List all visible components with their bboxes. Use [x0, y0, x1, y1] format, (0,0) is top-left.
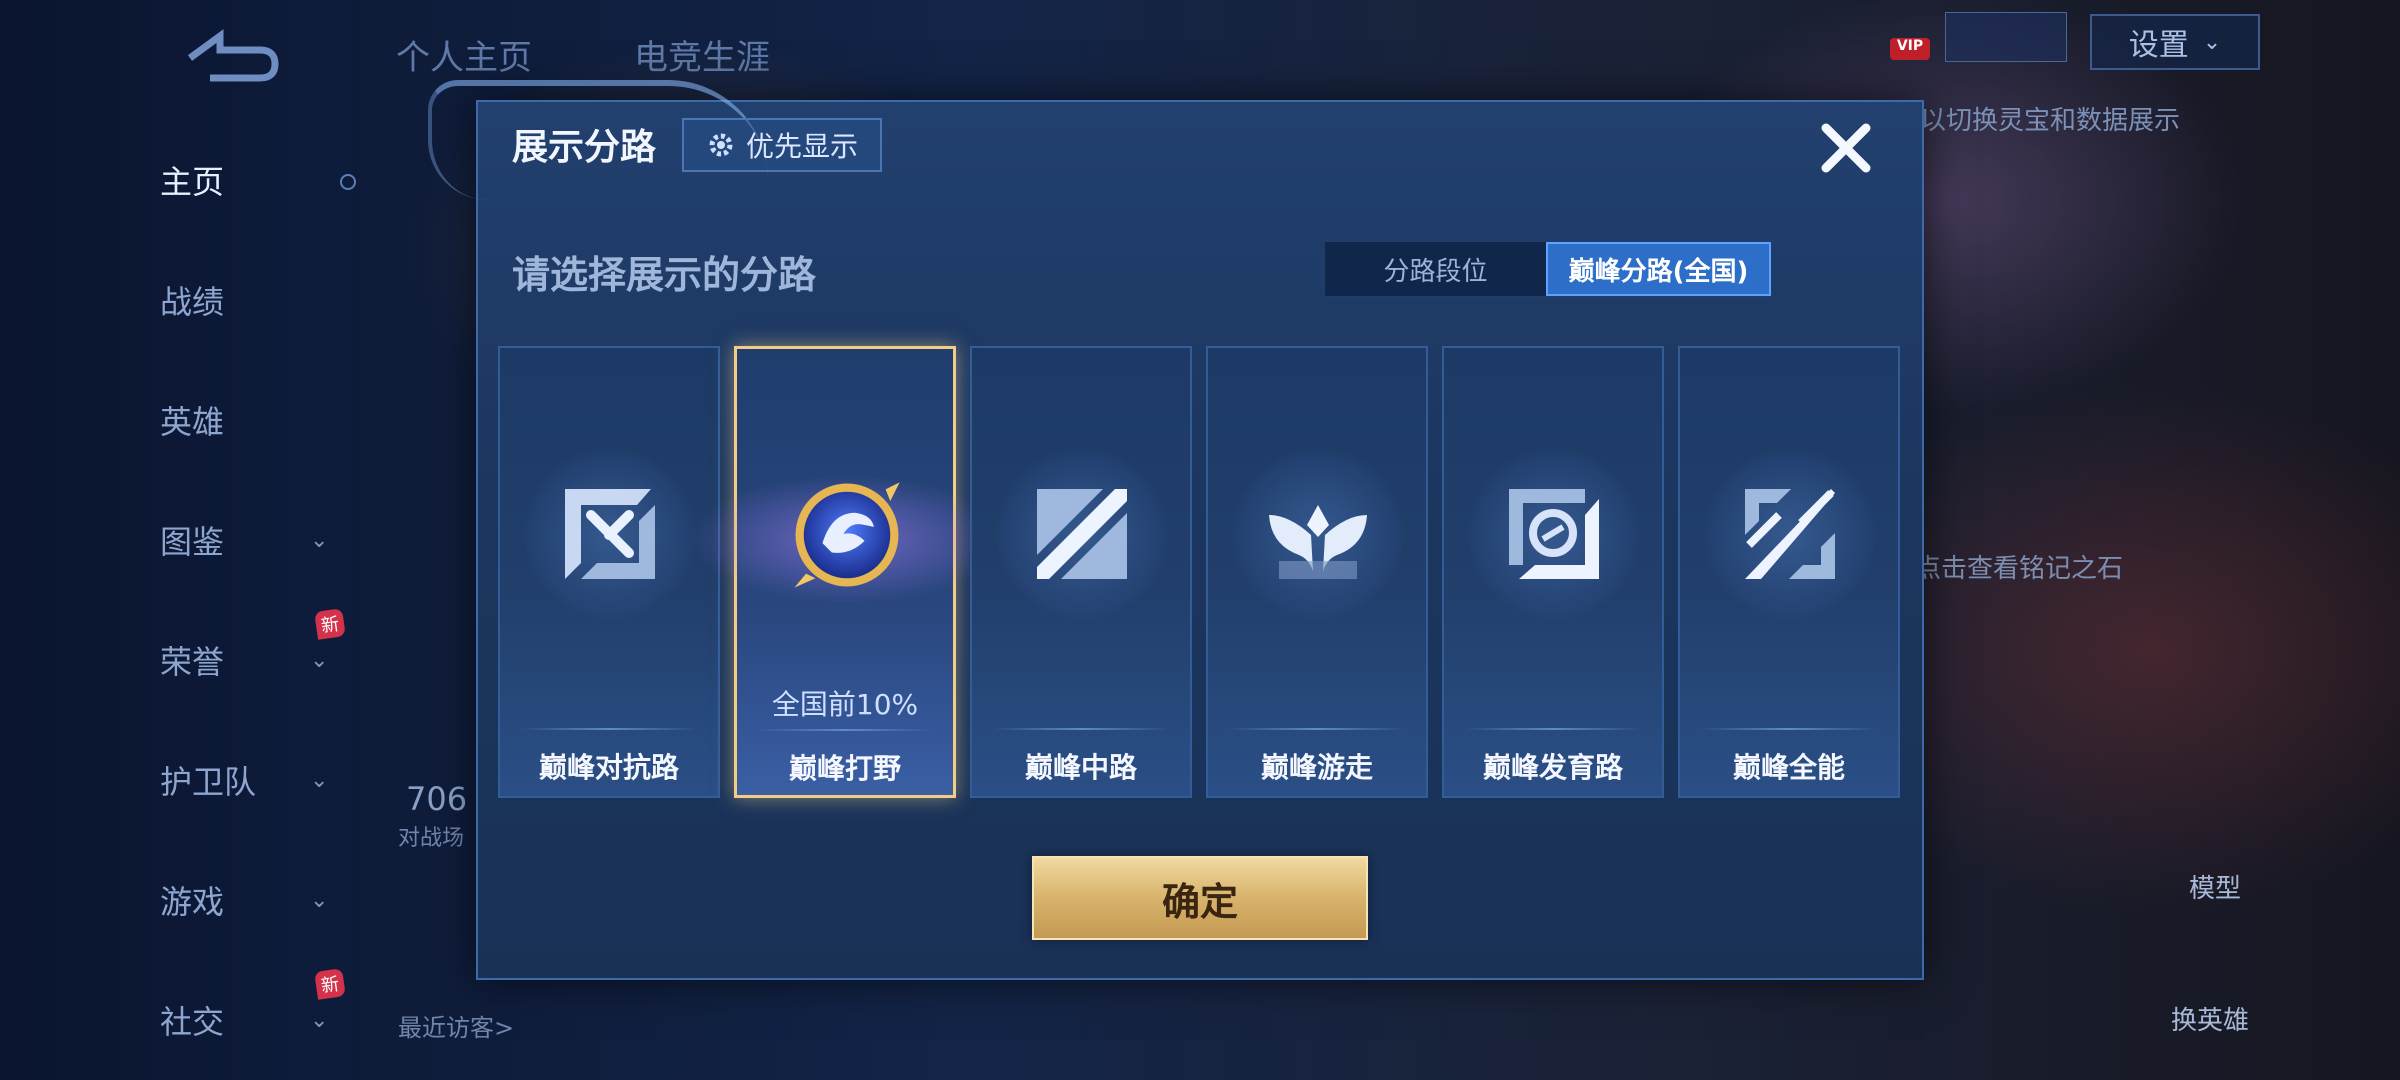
- chevron-down-icon: ⌄: [2202, 29, 2222, 55]
- toggle-hint: 以切换灵宝和数据展示: [1920, 106, 2181, 136]
- active-indicator: [340, 174, 356, 190]
- chevron-down-icon: ⌄: [310, 767, 329, 793]
- chevron-down-icon: ⌄: [310, 527, 329, 553]
- gear-icon: [709, 133, 733, 157]
- sidebar-item-label: 荣誉: [160, 643, 225, 681]
- sidebar-item-label: 战绩: [160, 283, 225, 321]
- dragon-emblem-icon: [794, 482, 900, 588]
- card-divider: [992, 728, 1170, 730]
- chevron-down-icon: ⌄: [310, 1007, 329, 1033]
- priority-display-button[interactable]: 优先显示: [682, 118, 882, 172]
- back-arrow-icon[interactable]: [180, 28, 280, 84]
- card-divider: [1700, 728, 1878, 730]
- sidebar-item-home[interactable]: 主页: [160, 150, 340, 210]
- target-icon: [1509, 489, 1599, 579]
- lane-card-jungle[interactable]: 全国前10% 巅峰打野: [677, 346, 1019, 798]
- lane-label: 巅峰游走: [1260, 751, 1373, 784]
- new-badge: 新: [314, 968, 346, 1000]
- close-icon[interactable]: [1816, 118, 1876, 178]
- lane-mode-tabs: 分路段位 巅峰分路(全国): [1323, 240, 1773, 298]
- sidebar-item-label: 社交: [160, 1003, 225, 1041]
- lane-cards: 巅峰对抗路 全国前10% 巅峰打野 巅峰中路 巅峰游走 巅峰发育路 巅峰全能: [498, 346, 1908, 801]
- lane-card-bot[interactable]: 巅峰发育路: [1442, 346, 1664, 798]
- tab-profile[interactable]: 个人主页: [396, 30, 532, 79]
- confirm-button[interactable]: 确定: [1032, 856, 1368, 940]
- lane-card-roam[interactable]: 巅峰游走: [1206, 346, 1428, 798]
- lane-card-all[interactable]: 巅峰全能: [1678, 346, 1900, 798]
- crossed-blades-icon: [1745, 489, 1835, 579]
- lane-card-top[interactable]: 巅峰对抗路: [498, 346, 720, 798]
- lane-rank: 全国前10%: [771, 688, 919, 721]
- model-button[interactable]: 模型: [2165, 868, 2265, 905]
- lane-label: 巅峰全能: [1732, 751, 1845, 784]
- inscription-hint: 点击查看铭记之石: [1915, 554, 2124, 584]
- sidebar-item-guard[interactable]: 护卫队 ⌄: [160, 750, 340, 810]
- lane-label: 巅峰中路: [1024, 751, 1137, 784]
- sidebar-item-label: 英雄: [160, 403, 225, 441]
- sidebar-item-social[interactable]: 社交 ⌄: [160, 990, 340, 1050]
- lane-label: 巅峰打野: [788, 752, 901, 785]
- vip-badge: VIP: [1890, 38, 1930, 60]
- lane-card-mid[interactable]: 巅峰中路: [970, 346, 1192, 798]
- card-divider: [757, 729, 933, 731]
- modal-title: 展示分路: [512, 127, 657, 168]
- lane-select-modal: 展示分路 优先显示 请选择展示的分路 分路段位 巅峰分路(全国) 巅峰对抗路 全…: [428, 80, 1924, 980]
- chevron-down-icon: ⌄: [310, 887, 329, 913]
- stat-label: 对战场: [398, 826, 465, 851]
- sidebar-item-label: 护卫队: [160, 763, 257, 801]
- recent-visitors-link[interactable]: 最近访客>: [398, 1008, 514, 1043]
- tab-lane-rank[interactable]: 分路段位: [1325, 242, 1546, 296]
- lane-label: 巅峰对抗路: [538, 751, 679, 784]
- card-divider: [520, 728, 698, 730]
- sidebar-item-records[interactable]: 战绩: [160, 270, 340, 330]
- wings-icon: [1269, 505, 1367, 579]
- modal-subtitle: 请选择展示的分路: [512, 253, 817, 297]
- sidebar-item-label: 图鉴: [160, 523, 225, 561]
- vip-info-panel[interactable]: [1945, 12, 2067, 62]
- settings-button[interactable]: 设置 ⌄: [2090, 14, 2260, 70]
- new-badge: 新: [314, 608, 346, 640]
- priority-label: 优先显示: [745, 130, 858, 163]
- sidebar: 主页 战绩 英雄 图鉴 ⌄ 荣誉 ⌄ 新 护卫队 ⌄ 游戏 ⌄ 社交 ⌄ 新: [0, 0, 356, 1080]
- chevron-down-icon: ⌄: [310, 647, 329, 673]
- sidebar-item-label: 游戏: [160, 883, 225, 921]
- tab-esports[interactable]: 电竞生涯: [634, 30, 770, 79]
- sidebar-item-honor[interactable]: 荣誉 ⌄: [160, 630, 340, 690]
- sidebar-item-label: 主页: [160, 163, 225, 201]
- slash-icon: [1037, 489, 1127, 579]
- sidebar-item-game[interactable]: 游戏 ⌄: [160, 870, 340, 930]
- sidebar-item-codex[interactable]: 图鉴 ⌄: [160, 510, 340, 570]
- lane-label: 巅峰发育路: [1482, 751, 1623, 784]
- card-divider: [1464, 728, 1642, 730]
- settings-label: 设置: [2128, 28, 2189, 63]
- card-divider: [1228, 728, 1406, 730]
- tab-peak-lane-national[interactable]: 巅峰分路(全国): [1546, 242, 1771, 296]
- sidebar-item-heroes[interactable]: 英雄: [160, 390, 340, 450]
- sword-cross-icon: [565, 489, 655, 579]
- stat-number: 706: [406, 780, 468, 818]
- switch-hero-button[interactable]: 换英雄: [2160, 1000, 2260, 1037]
